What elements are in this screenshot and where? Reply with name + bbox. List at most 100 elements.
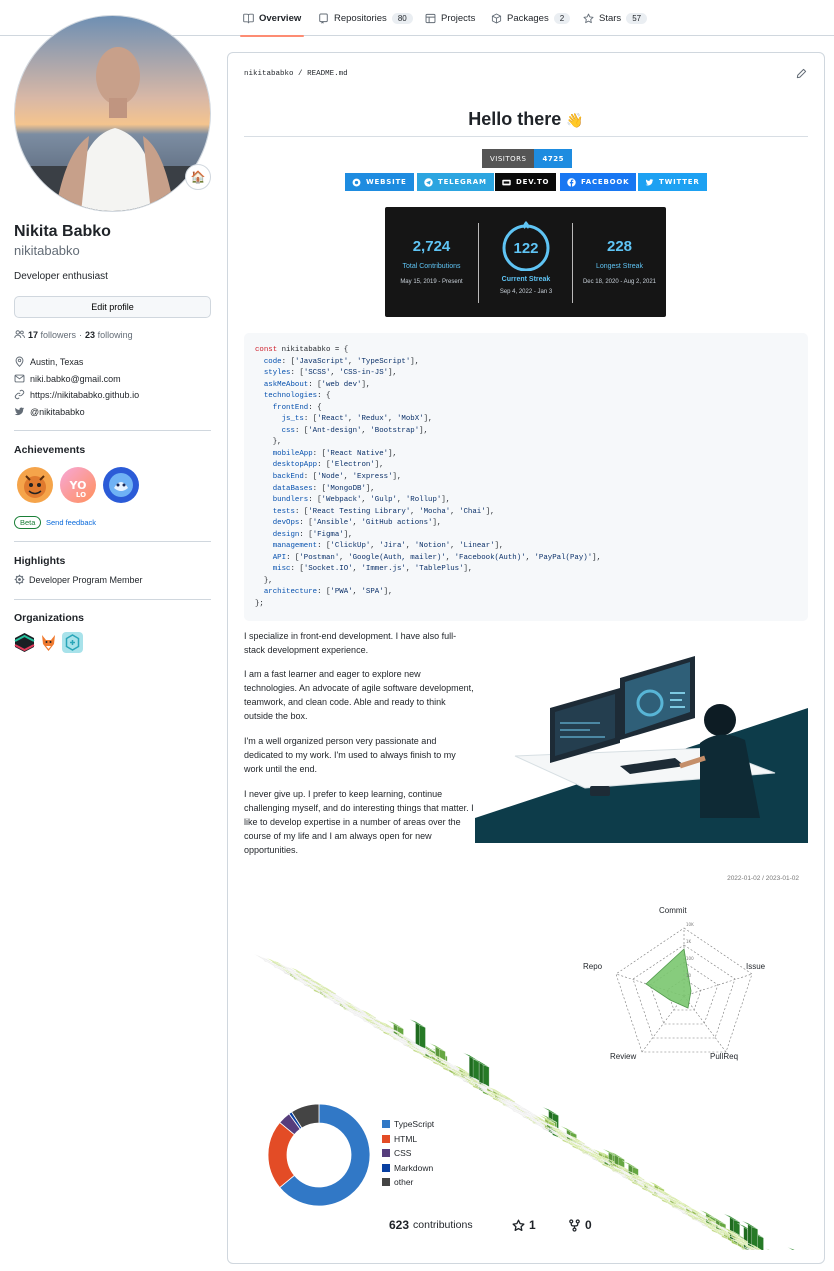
achievements-title: Achievements bbox=[14, 444, 86, 456]
send-feedback-link[interactable]: Send feedback bbox=[46, 518, 96, 527]
badge-label: FACEBOOK bbox=[581, 178, 630, 186]
tab-label: Overview bbox=[259, 12, 302, 24]
following-label: following bbox=[97, 329, 133, 340]
streak-current: 122 Current Streak Sep 4, 2022 - Jan 3 bbox=[479, 207, 573, 317]
readme-owner-link[interactable]: nikitababko bbox=[244, 70, 294, 78]
org-ztm-logo bbox=[14, 633, 35, 652]
readme-file-link[interactable]: README.md bbox=[307, 70, 348, 78]
vcard-location: Austin, Texas bbox=[14, 356, 83, 367]
vcard-email[interactable]: niki.babko@gmail.com bbox=[14, 373, 121, 384]
visitors-label: VISITORS bbox=[482, 149, 535, 168]
fire-icon bbox=[523, 221, 530, 229]
cpu-icon bbox=[14, 574, 25, 585]
streak-ring: 122 bbox=[502, 221, 550, 271]
tab-projects[interactable]: Projects bbox=[425, 0, 475, 36]
fork-icon bbox=[569, 1218, 580, 1232]
streak-total: 2,724 Total Contributions May 15, 2019 -… bbox=[385, 207, 478, 317]
current-streak-range: Sep 4, 2022 - Jan 3 bbox=[499, 289, 553, 295]
stars-count-badge: 57 bbox=[626, 12, 648, 24]
book-icon bbox=[243, 13, 254, 24]
languages-donut-chart bbox=[267, 1103, 371, 1207]
tab-stars[interactable]: Stars 57 bbox=[583, 0, 648, 36]
github-metrics-card: 2022-01-02 / 2023-01-02 10K 1K 100 10 Co… bbox=[244, 870, 808, 1250]
package-count-badge: 2 bbox=[553, 12, 571, 24]
longest-streak-value: 228 bbox=[606, 238, 633, 255]
following-link[interactable]: 23 following bbox=[85, 330, 133, 340]
avatar-photo bbox=[15, 16, 210, 211]
stars-count: 1 bbox=[529, 1218, 536, 1232]
beta-label: Beta bbox=[14, 516, 42, 529]
profile-bio: Developer enthusiast bbox=[14, 271, 108, 282]
website-badge[interactable]: WEBSITE bbox=[345, 173, 414, 191]
legend-label: Markdown bbox=[394, 1162, 434, 1173]
legend-swatch bbox=[382, 1163, 390, 1172]
achievement-yolo[interactable]: YO LO bbox=[59, 466, 97, 504]
follow-stats: 17 followers · 23 following bbox=[14, 329, 133, 340]
achievement-pull-shark[interactable] bbox=[16, 466, 54, 504]
total-contributions-range: May 15, 2019 - Present bbox=[400, 279, 463, 285]
status-emoji-button[interactable]: 🏠 bbox=[185, 164, 211, 190]
repo-icon bbox=[319, 13, 328, 24]
sidebar-divider bbox=[14, 541, 211, 542]
website-link[interactable]: https://nikitababko.github.io bbox=[30, 390, 139, 400]
org-ztm[interactable] bbox=[14, 632, 35, 653]
devto-icon bbox=[502, 179, 511, 185]
legend-swatch bbox=[382, 1178, 390, 1186]
telegram-badge[interactable]: TELEGRAM bbox=[417, 173, 494, 191]
mail-icon bbox=[14, 374, 25, 383]
org-cube-logo bbox=[62, 632, 83, 653]
contributions-label: contributions bbox=[413, 1219, 473, 1231]
github-streak-card: 2,724 Total Contributions May 15, 2019 -… bbox=[385, 207, 666, 317]
radar-tick: 10K bbox=[686, 922, 694, 927]
tab-packages[interactable]: Packages 2 bbox=[491, 0, 571, 36]
avatar[interactable] bbox=[14, 15, 211, 212]
achievement-badge-icon bbox=[17, 467, 53, 503]
followers-link[interactable]: 17 followers bbox=[28, 330, 76, 340]
contribution-cell bbox=[787, 1246, 795, 1250]
pencil-icon[interactable] bbox=[796, 68, 807, 79]
email-link[interactable]: niki.babko@gmail.com bbox=[30, 374, 121, 384]
heading-underline bbox=[244, 136, 808, 137]
tab-repositories[interactable]: Repositories 80 bbox=[318, 0, 413, 36]
twitter-badge[interactable]: TWITTER bbox=[638, 173, 707, 191]
followers-count: 17 bbox=[28, 329, 39, 340]
achievement-starstruck[interactable] bbox=[102, 466, 140, 504]
streak-longest: 228 Longest Streak Dec 18, 2020 - Aug 2,… bbox=[573, 207, 666, 317]
longest-streak-label: Longest Streak bbox=[595, 263, 644, 270]
vcard-website[interactable]: https://nikitababko.github.io bbox=[14, 389, 139, 400]
stars-stat: 1 bbox=[512, 1218, 536, 1232]
legend-label: TypeScript bbox=[394, 1119, 435, 1129]
radar-label-issue: Issue bbox=[746, 962, 766, 971]
org-fox[interactable] bbox=[38, 632, 59, 653]
legend-label: CSS bbox=[394, 1148, 412, 1158]
about-paragraph: I am a fast learner and eager to explore… bbox=[244, 669, 474, 721]
org-cube[interactable] bbox=[62, 632, 83, 653]
current-streak-value: 122 bbox=[513, 240, 538, 257]
legend-item: TypeScript bbox=[382, 1119, 434, 1129]
edit-profile-button[interactable]: Edit profile bbox=[14, 296, 211, 318]
code-block: const nikitababko = { code: ['JavaScript… bbox=[244, 333, 808, 621]
svg-text:LO: LO bbox=[76, 491, 86, 499]
tab-overview[interactable]: Overview bbox=[239, 0, 305, 37]
tab-label: Projects bbox=[441, 12, 476, 24]
vcard-twitter[interactable]: @nikitababko bbox=[14, 406, 85, 417]
highlight-text: Developer Program Member bbox=[29, 574, 143, 585]
link-icon bbox=[14, 389, 25, 400]
achievement-badge-icon: YOLO bbox=[60, 467, 96, 503]
twitter-handle[interactable]: @nikitababko bbox=[30, 407, 85, 417]
activity-radar-chart: 10K 1K 100 10 bbox=[615, 922, 753, 1053]
highlight-item: Developer Program Member bbox=[14, 574, 143, 585]
devto-badge[interactable]: DEV.TO bbox=[495, 173, 557, 191]
breadcrumb-separator: / bbox=[298, 70, 303, 78]
radar-tick: 10 bbox=[686, 973, 692, 978]
contributions-stat: 623 contributions bbox=[389, 1218, 473, 1232]
facebook-badge[interactable]: FACEBOOK bbox=[560, 173, 637, 191]
readme-breadcrumb: nikitababko / README.md bbox=[244, 70, 348, 78]
sidebar-divider bbox=[14, 599, 211, 600]
achievement-badge-icon bbox=[103, 467, 139, 503]
badge-label: DEV.TO bbox=[516, 178, 550, 186]
total-contributions-value: 2,724 bbox=[412, 238, 451, 255]
highlights-title: Highlights bbox=[14, 555, 66, 567]
twitter-icon bbox=[14, 407, 25, 416]
follow-separator: · bbox=[79, 329, 83, 340]
